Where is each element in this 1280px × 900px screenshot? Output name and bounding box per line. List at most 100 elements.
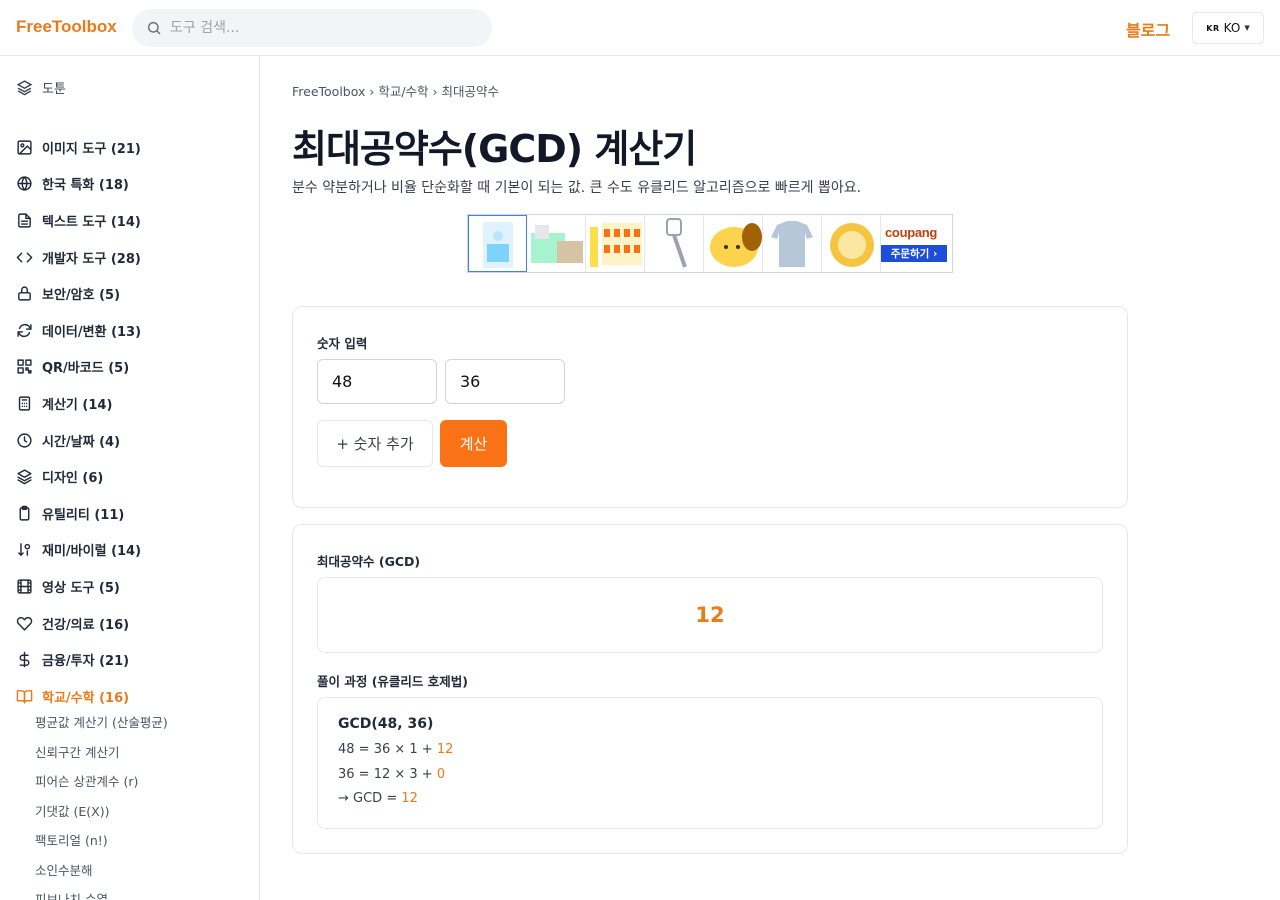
sidebar-item-label: 개발자 도구 (28) [42, 251, 141, 267]
blog-link[interactable]: 블로그 [1126, 17, 1170, 41]
image-icon [17, 140, 32, 155]
product-image [590, 223, 642, 267]
refresh-icon [17, 323, 32, 337]
sidebar-item-label: QR/바코드 (5) [42, 361, 130, 377]
sidebar-item-label: 건강/의료 (16) [42, 617, 130, 633]
ad-banner[interactable]: coupang 주문하기 › [467, 214, 953, 273]
sidebar-subitem[interactable]: 평균값 계산기 (산술평균) [35, 707, 255, 737]
product-image [531, 225, 583, 263]
order-button[interactable]: 주문하기 › [881, 245, 947, 262]
ad-product[interactable] [645, 215, 704, 272]
sidebar-item-5[interactable]: 보안/암호 (5) [16, 275, 256, 312]
code-icon [16, 252, 33, 263]
layers-icon [16, 80, 33, 96]
steps-list: 48 = 36 × 1 + 12 36 = 12 × 3 + 0 → GCD = 1… [338, 738, 1082, 812]
language-label: KO [1223, 21, 1241, 35]
sidebar-item-14[interactable]: 건강/의료 (16) [16, 605, 256, 642]
site-logo[interactable]: FreeToolbox [16, 17, 117, 37]
product-image [771, 221, 813, 267]
qr-icon [17, 359, 32, 374]
clock-icon [17, 432, 32, 448]
step-line: 36 = 12 × 3 + 0 [338, 763, 1082, 788]
sidebar-item-10[interactable]: 디자인 (6) [16, 458, 256, 495]
number-input-2[interactable] [445, 359, 565, 404]
sidebar-subitem[interactable]: 팩토리얼 (n!) [35, 825, 255, 855]
sidebar-item-label: 이미지 도구 (21) [42, 141, 141, 157]
ad-product[interactable] [822, 215, 881, 272]
sidebar-subitem[interactable]: 기댓값 (E(X)) [35, 796, 255, 826]
product-image [666, 218, 687, 268]
step-remainder: 12 [401, 791, 418, 806]
sidebar-subitem[interactable]: 피보나치 수열 [35, 884, 255, 900]
sidebar-item-label: 보안/암호 (5) [42, 288, 121, 304]
sidebar-subitem[interactable]: 신뢰구간 계산기 [35, 737, 255, 767]
step-heading: GCD(48, 36) [338, 716, 434, 732]
step-remainder: 12 [436, 742, 454, 757]
sidebar-item-7[interactable]: QR/바코드 (5) [16, 349, 256, 386]
ad-product[interactable] [763, 215, 822, 272]
coupang-ad[interactable]: coupang 주문하기 › [881, 215, 947, 272]
sidebar-item-label: 계산기 (14) [42, 397, 113, 413]
product-image [830, 223, 874, 267]
category-list: 이미지 도구 (21) 한국 특화 (18) 텍스트 도구 (14) 개발자 도구 (… [16, 129, 256, 715]
file-text-icon [18, 213, 31, 228]
sidebar-item-9[interactable]: 시간/날짜 (4) [16, 422, 256, 459]
sidebar-item-12[interactable]: 재미/바이럴 (14) [16, 532, 256, 569]
clipboard-icon [19, 505, 30, 521]
steps-box: GCD(48, 36) 48 = 36 × 1 + 12 36 = 12 × 3 … [317, 697, 1103, 829]
sidebar-item-label: 디자인 (6) [42, 471, 104, 487]
step-remainder: 0 [436, 766, 446, 782]
input-label: 숫자 입력 [317, 336, 368, 351]
sidebar-item-15[interactable]: 금융/투자 (21) [16, 641, 256, 678]
sidebar-item-label: 재미/바이럴 (14) [42, 544, 142, 560]
sidebar-item-label: 유틸리티 (11) [42, 507, 125, 523]
sidebar-item-top[interactable]: 도툰 [16, 78, 66, 97]
sidebar-item-11[interactable]: 유틸리티 (11) [16, 495, 256, 532]
calculate-button[interactable]: 계산 [440, 420, 507, 467]
sidebar-item-label: 한국 특화 (18) [42, 178, 129, 194]
input-card: 숫자 입력 + 숫자 추가 계산 [292, 306, 1128, 508]
coupang-logo: coupang [885, 225, 938, 240]
lock-icon [18, 286, 31, 301]
sidebar-item-label: 텍스트 도구 (14) [42, 214, 141, 230]
step-line: → GCD = 12 [338, 787, 1082, 812]
sidebar-item-label: 영상 도구 (5) [42, 580, 120, 596]
page-description: 분수 약분하거나 비율 단순화할 때 기본이 되는 값. 큰 수도 유클리드 알… [292, 180, 862, 196]
flag-icon: KR [1206, 23, 1220, 33]
sidebar: 도툰 이미지 도구 (21) 한국 특화 (18) 텍스트 도구 (14) 개발자 도… [0, 56, 260, 900]
sidebar-subitem[interactable]: 소인수분해 [35, 855, 255, 885]
ad-product[interactable] [586, 215, 645, 272]
calculator-icon [18, 396, 31, 411]
book-icon [16, 689, 33, 704]
sidebar-item-label: 시간/날짜 (4) [42, 434, 121, 450]
search-input[interactable] [170, 9, 480, 47]
sidebar-item-6[interactable]: 데이터/변환 (13) [16, 312, 256, 349]
breadcrumb[interactable]: FreeToolbox › 학교/수학 › 최대공약수 [292, 81, 499, 100]
add-number-button[interactable]: + 숫자 추가 [317, 420, 433, 467]
ad-product[interactable] [527, 215, 586, 272]
ad-product[interactable] [704, 215, 763, 272]
sidebar-item-4[interactable]: 개발자 도구 (28) [16, 239, 256, 276]
result-label: 최대공약수 (GCD) [317, 554, 421, 569]
sidebar-item-13[interactable]: 영상 도구 (5) [16, 568, 256, 605]
sidebar-subitem[interactable]: 피어슨 상관계수 (r) [35, 766, 255, 796]
step-line: 48 = 36 × 1 + 12 [338, 738, 1082, 763]
page-title: 최대공약수(GCD) 계산기 [292, 127, 697, 171]
sidebar-item-3[interactable]: 텍스트 도구 (14) [16, 202, 256, 239]
sidebar-item-8[interactable]: 계산기 (14) [16, 385, 256, 422]
step-text: → GCD = [338, 791, 402, 806]
result-card: 최대공약수 (GCD) 12 풀이 과정 (유클리드 호제법) GCD(48, … [292, 524, 1128, 854]
heart-icon [16, 616, 33, 631]
globe-icon [17, 176, 32, 191]
dollar-icon [19, 651, 30, 668]
ad-product[interactable] [468, 215, 527, 272]
sidebar-item-label: 금융/투자 (21) [42, 654, 130, 670]
sidebar-item-1[interactable]: 이미지 도구 (21) [16, 129, 256, 166]
search-icon [147, 21, 161, 35]
top-header: FreeToolbox 블로그 KR KO ▼ [0, 0, 1280, 56]
sidebar-item-2[interactable]: 한국 특화 (18) [16, 166, 256, 203]
language-select[interactable]: KR KO ▼ [1192, 12, 1264, 44]
sort-icon [18, 543, 31, 557]
number-input-1[interactable] [317, 359, 437, 404]
search-bar[interactable] [132, 9, 492, 47]
